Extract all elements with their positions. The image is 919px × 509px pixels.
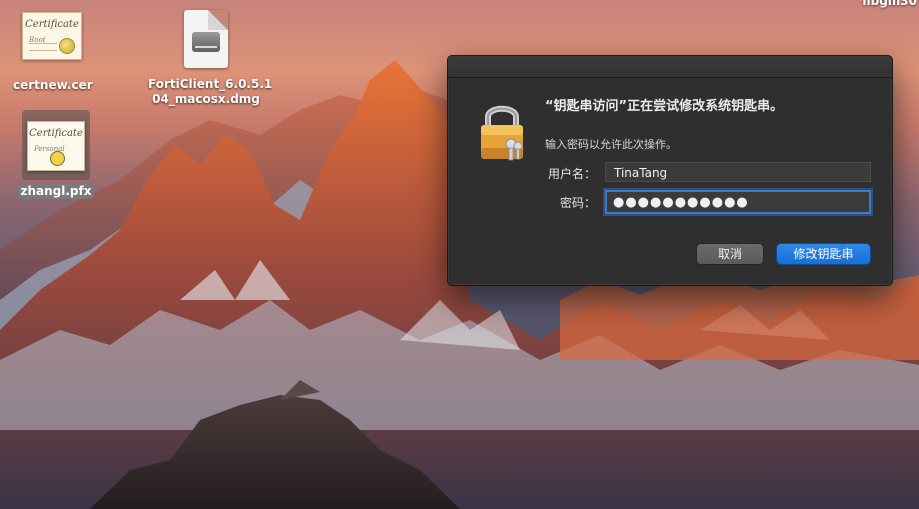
keychain-auth-dialog: “钥匙串访问”正在尝试修改系统钥匙串。 输入密码以允许此次操作。 用户名： Ti… [447,55,893,286]
desktop-icon-forticlient-dmg[interactable]: FortiClient_6.0.5.1 04_macosx.dmg [145,10,272,107]
desktop-icon-zhangl-pfx[interactable]: Certificate Personal zhangl.pfx [16,110,96,199]
password-label: 密码： [559,196,596,210]
desktop-icon-label: certnew.cer [13,78,93,92]
disk-image-icon [145,10,267,68]
dialog-titlebar[interactable] [448,56,892,78]
username-field[interactable]: TinaTang [605,162,871,182]
desktop-icon-label: zhangl.pfx [17,184,95,199]
certificate-root-icon: Certificate Root [10,10,94,62]
desktop-icon-label-line1: FortiClient_6.0.5.1 [148,77,273,91]
dialog-heading: “钥匙串访问”正在尝试修改系统钥匙串。 [545,99,784,114]
lock-keys-icon [481,105,523,161]
password-mask: ●●●●●●●●●●● [613,195,749,210]
dialog-subtext: 输入密码以允许此次操作。 [545,138,677,151]
desktop: llbgm30 Certificate Root certnew.cer For… [0,0,919,509]
username-label: 用户名： [547,167,596,181]
desktop-icon-certnew[interactable]: Certificate Root certnew.cer [10,10,94,93]
modify-keychain-button[interactable]: 修改钥匙串 [777,244,870,264]
cancel-button[interactable]: 取消 [697,244,763,264]
username-value: TinaTang [614,166,668,180]
desktop-icon-label-line2: 04_macosx.dmg [152,92,260,106]
menubar-user-label: llbgm30 [862,0,917,8]
password-field[interactable]: ●●●●●●●●●●● [605,190,871,214]
certificate-personal-icon: Certificate Personal [22,110,90,180]
